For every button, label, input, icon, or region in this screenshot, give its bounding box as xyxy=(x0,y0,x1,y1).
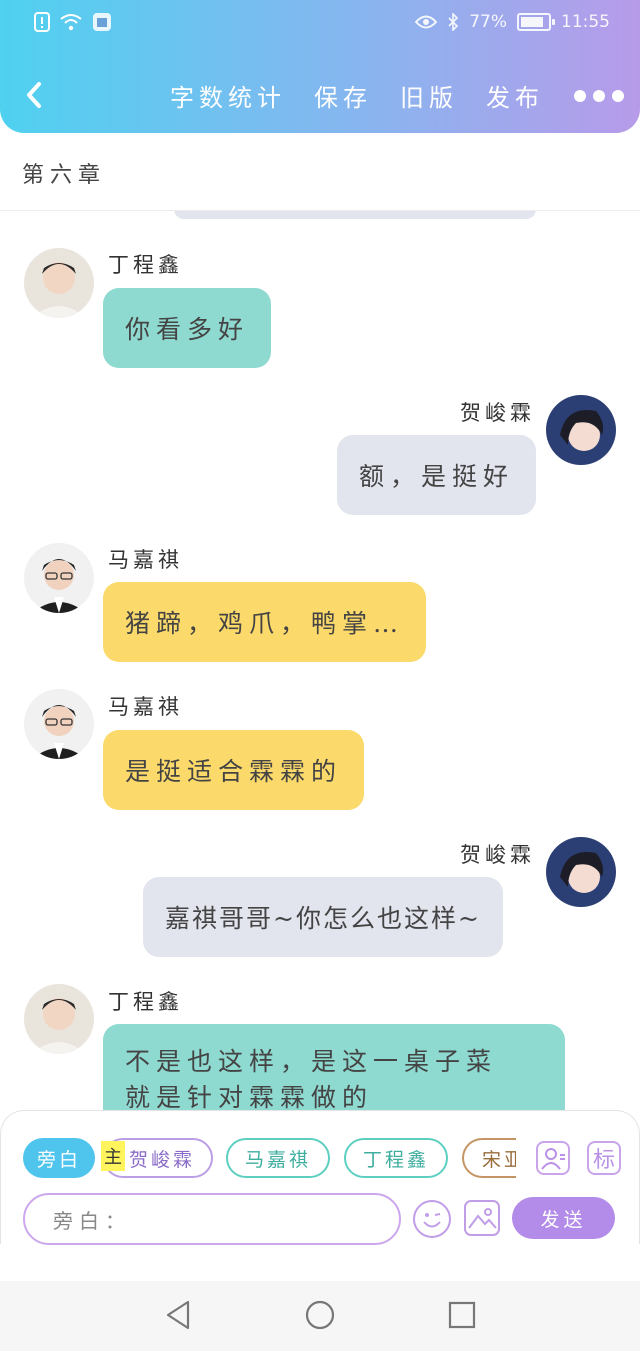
chapter-title[interactable]: 第六章 xyxy=(22,157,106,189)
emoji-button[interactable] xyxy=(413,1200,451,1238)
bluetooth-icon xyxy=(448,13,459,31)
role-chip-aside[interactable]: 旁白 xyxy=(23,1138,95,1178)
main-role-badge: 主 xyxy=(101,1141,125,1171)
publish-button[interactable]: 发布 xyxy=(486,78,544,113)
more-dot xyxy=(612,89,624,102)
battery-icon xyxy=(517,13,555,31)
speaker-name: 丁程鑫 xyxy=(108,253,183,277)
role-chip-ding[interactable]: 丁程鑫 xyxy=(344,1138,448,1178)
speaker-name: 丁程鑫 xyxy=(108,990,183,1014)
nav-recents-icon[interactable] xyxy=(446,1299,478,1331)
message-bubble[interactable]: 你看多好 xyxy=(103,288,272,368)
message-line: 不是也这样，是这一桌子菜 xyxy=(125,1047,498,1076)
user-icon xyxy=(541,1148,565,1170)
manage-roles-button[interactable] xyxy=(536,1141,570,1175)
speaker-name: 马嘉祺 xyxy=(108,695,183,719)
header-actions: 字数统计 保存 旧版 发布 xyxy=(142,78,624,113)
word-count-button[interactable]: 字数统计 xyxy=(170,78,286,113)
image-icon xyxy=(468,1208,497,1229)
avatar-ding[interactable] xyxy=(24,248,94,318)
message-bubble[interactable]: 嘉祺哥哥~你怎么也这样~ xyxy=(143,877,503,957)
message-bubble[interactable]: 不是也这样，是这一桌子菜 就是针对霖霖做的 xyxy=(103,1024,565,1110)
role-chip-song[interactable]: 宋亚轩 xyxy=(462,1138,516,1178)
partial-message-bubble[interactable] xyxy=(174,211,536,219)
more-dot xyxy=(593,89,605,102)
system-nav-bar xyxy=(0,1281,640,1351)
message-bubble[interactable]: 猪蹄，鸡爪，鸭掌… xyxy=(103,582,427,662)
nav-back-icon[interactable] xyxy=(162,1299,194,1331)
message-bubble[interactable]: 额，是挺好 xyxy=(337,435,537,515)
image-button[interactable] xyxy=(464,1200,500,1236)
avatar-he[interactable] xyxy=(546,837,616,907)
message-bubble[interactable]: 是挺适合霖霖的 xyxy=(103,730,365,810)
send-button[interactable]: 发送 xyxy=(512,1197,615,1239)
app-notification-icon xyxy=(93,13,111,31)
avatar-ma[interactable] xyxy=(24,689,94,759)
label-icon: 标 xyxy=(592,1148,615,1173)
top-header: 77% 11:55 字数统计 保存 旧版 发布 xyxy=(0,0,640,133)
chat-area[interactable]: 丁程鑫 你看多好 贺峻霖 额，是挺好 马嘉祺 猪蹄，鸡爪，鸭掌… 马嘉祺 是挺适… xyxy=(0,211,640,1110)
save-button[interactable]: 保存 xyxy=(314,78,372,113)
status-icons-left xyxy=(34,12,112,32)
speaker-name: 马嘉祺 xyxy=(108,548,183,572)
more-options-button[interactable] xyxy=(574,89,624,102)
nav-home-icon[interactable] xyxy=(304,1299,336,1331)
speaker-name: 贺峻霖 xyxy=(460,843,535,867)
clock-time: 11:55 xyxy=(561,12,610,32)
battery-percent: 77% xyxy=(469,12,507,32)
eye-icon xyxy=(415,15,438,29)
role-chip-ma[interactable]: 马嘉祺 xyxy=(226,1138,330,1178)
message-line: 就是针对霖霖做的 xyxy=(125,1083,374,1110)
status-icons-right: 77% 11:55 xyxy=(415,12,610,32)
alert-icon xyxy=(34,12,50,32)
compose-panel: 旁白 贺峻霖 主 马嘉祺 丁程鑫 宋亚轩 标 旁白： 发送 xyxy=(0,1110,640,1245)
smiley-icon xyxy=(423,1213,441,1228)
avatar-he[interactable] xyxy=(546,395,616,465)
chevron-left-icon xyxy=(27,82,41,108)
message-input[interactable]: 旁白： xyxy=(23,1193,401,1245)
old-version-button[interactable]: 旧版 xyxy=(400,78,458,113)
avatar-ma[interactable] xyxy=(24,543,94,613)
avatar-ding[interactable] xyxy=(24,984,94,1054)
speaker-name: 贺峻霖 xyxy=(460,401,535,425)
wifi-icon xyxy=(60,14,82,31)
more-dot xyxy=(574,89,586,102)
back-button[interactable] xyxy=(22,80,46,110)
label-button[interactable]: 标 xyxy=(587,1141,621,1175)
